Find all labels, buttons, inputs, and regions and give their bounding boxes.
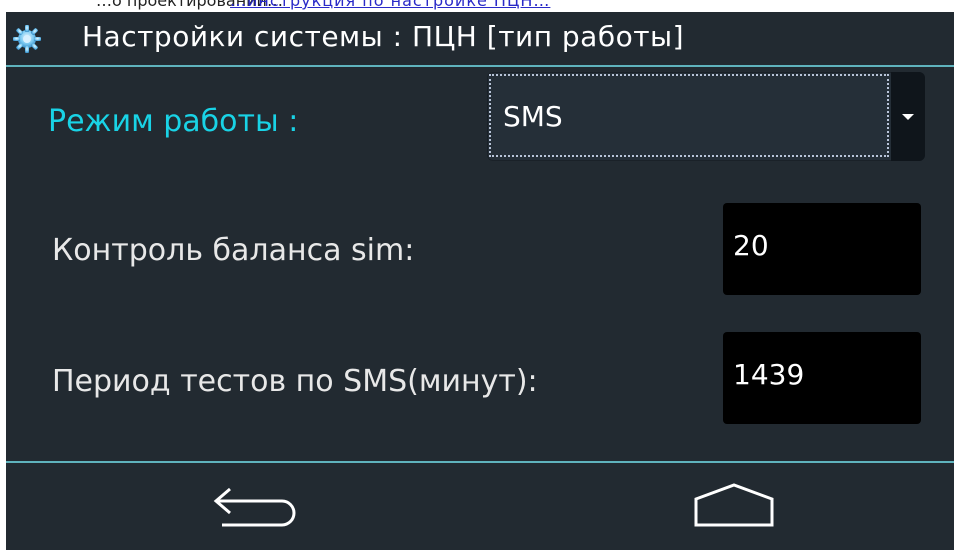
top-strip: …о проектировании… …инструкция по настро…: [0, 0, 954, 12]
dropdown-toggle-button[interactable]: [891, 72, 925, 161]
test-period-input[interactable]: 1439: [723, 332, 921, 424]
mode-dropdown[interactable]: SMS: [487, 72, 925, 161]
mode-dropdown-value-box[interactable]: SMS: [489, 74, 889, 157]
back-arrow-icon: [213, 487, 296, 527]
balance-label: Контроль баланса sim:: [52, 233, 415, 268]
chevron-down-icon: [902, 114, 914, 120]
device-screen: Настройки системы : ПЦН [тип работы] Реж…: [6, 12, 954, 550]
test-period-value: 1439: [733, 358, 805, 391]
title-bar: Настройки системы : ПЦН [тип работы]: [6, 12, 954, 67]
bottom-nav-bar: [6, 461, 954, 552]
mode-label: Режим работы :: [48, 104, 299, 139]
gear-icon: [12, 24, 42, 54]
top-strip-link[interactable]: …инструкция по настройке ПЦН…: [230, 0, 550, 10]
balance-value: 20: [733, 229, 769, 262]
home-icon: [694, 483, 774, 527]
mode-selected-value: SMS: [503, 100, 563, 133]
back-button[interactable]: [212, 481, 302, 535]
test-period-label: Период тестов по SMS(минут):: [52, 364, 538, 399]
home-button[interactable]: [692, 481, 776, 535]
balance-input[interactable]: 20: [723, 203, 921, 295]
page-title: Настройки системы : ПЦН [тип работы]: [82, 20, 685, 53]
